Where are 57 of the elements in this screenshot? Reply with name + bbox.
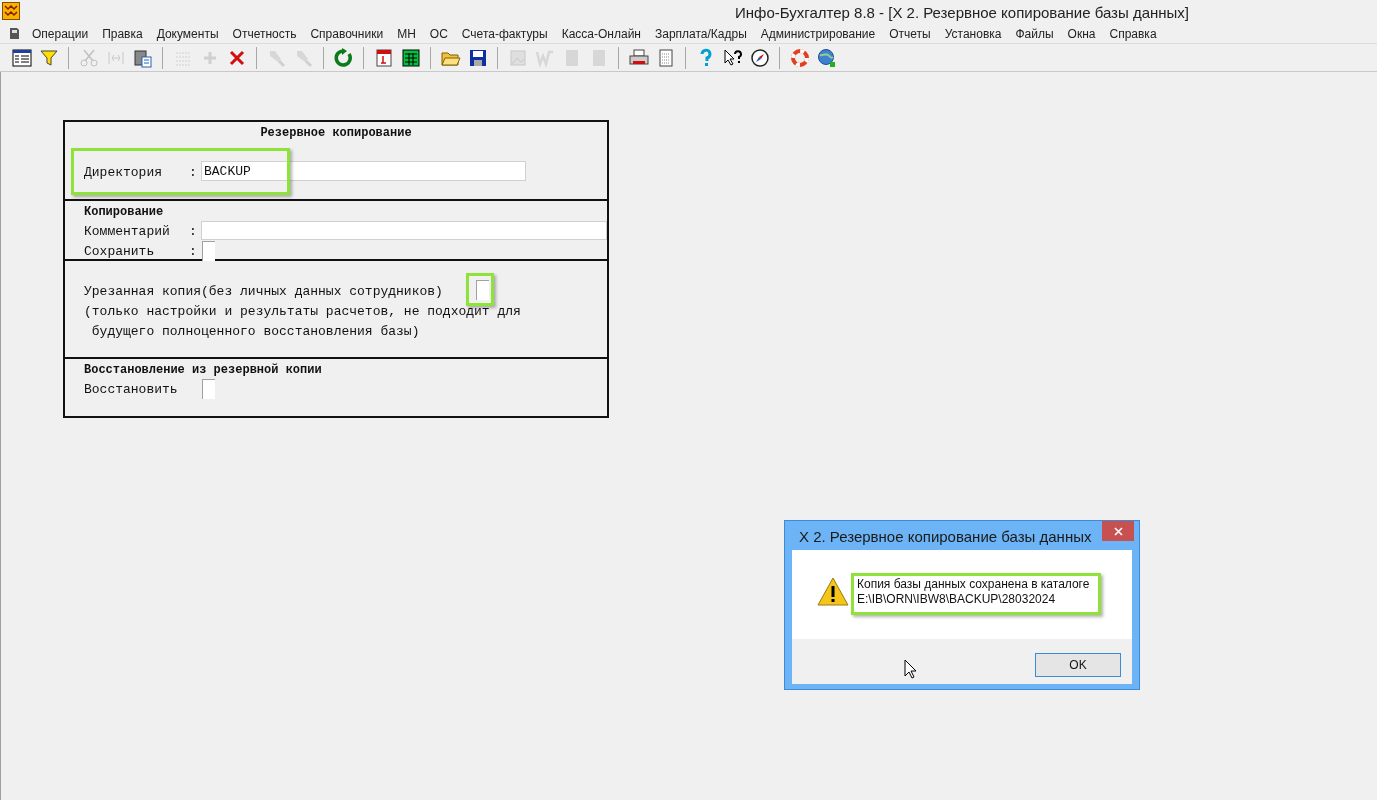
checkbox[interactable] xyxy=(202,241,215,261)
menu-item[interactable]: Файлы xyxy=(1008,24,1061,43)
mouse-pointer-icon xyxy=(904,659,917,679)
ok-button[interactable]: OK xyxy=(1035,653,1121,677)
menu-item[interactable]: Правка xyxy=(95,24,150,43)
note-text: будущего полноценного восстановления базы) xyxy=(90,323,420,341)
colon: : xyxy=(189,223,197,241)
menu-item[interactable]: Справочники xyxy=(303,24,391,43)
menu-item[interactable]: ОС xyxy=(422,24,455,43)
menu-item[interactable]: Документы xyxy=(149,24,226,43)
menu-item[interactable]: МН xyxy=(390,24,423,43)
colon: : xyxy=(189,243,197,261)
lifebuoy-icon[interactable] xyxy=(789,47,810,68)
refresh-icon[interactable] xyxy=(333,47,354,68)
field-label: Комментарий xyxy=(84,223,170,241)
warning-icon xyxy=(817,577,849,606)
menu-item[interactable]: Операции xyxy=(25,24,96,43)
message-text: E:\IB\ORN\IBW8\BACKUP\28032024 xyxy=(857,592,1057,607)
dialog-title: X 2. Резервное копирование базы данных xyxy=(799,527,1092,547)
printer-icon[interactable] xyxy=(628,47,649,68)
app-logo-icon xyxy=(2,2,20,20)
close-button[interactable] xyxy=(1102,521,1134,541)
menu-item[interactable]: Администрирование xyxy=(753,24,883,43)
filter-icon[interactable] xyxy=(38,47,59,68)
directory-field[interactable]: BACKUP xyxy=(201,161,526,181)
pointer-help-icon[interactable] xyxy=(722,47,743,68)
document-icon[interactable] xyxy=(8,27,20,40)
form-title: Резервное копирование xyxy=(259,125,413,142)
menu-item[interactable]: Окна xyxy=(1060,24,1103,43)
note-text: (только настройки и результаты расчетов, не подходит для xyxy=(84,303,521,321)
checkbox[interactable] xyxy=(476,280,489,300)
menu-item[interactable]: Отчетность xyxy=(225,24,304,43)
calculator-icon[interactable] xyxy=(400,47,421,68)
calendar-icon[interactable] xyxy=(373,47,394,68)
message-text: Копия базы данных сохранена в каталоге xyxy=(857,577,1090,592)
section-title: Восстановление из резервной копии xyxy=(84,362,322,379)
field-label: Восстановить xyxy=(84,381,178,399)
save-icon[interactable] xyxy=(467,47,488,68)
menu-item[interactable]: Справка xyxy=(1102,24,1164,43)
colon: : xyxy=(189,164,197,182)
comment-field[interactable] xyxy=(201,221,607,240)
menu-item[interactable]: Зарплата/Кадры xyxy=(647,24,754,43)
field-label: Директория xyxy=(84,164,162,182)
menu-item[interactable]: Касса-Онлайн xyxy=(554,24,648,43)
menu-item[interactable]: Установка xyxy=(937,24,1009,43)
grid-icon[interactable] xyxy=(11,47,32,68)
clipboard-icon[interactable] xyxy=(132,47,153,68)
compass-icon[interactable] xyxy=(749,47,770,68)
checkbox[interactable] xyxy=(202,379,215,399)
globe-icon[interactable] xyxy=(816,47,837,68)
menu-item[interactable]: Отчеты xyxy=(882,24,938,43)
section-title: Копирование xyxy=(84,204,164,221)
window-title: Инфо-Бухгалтер 8.8 - [X 2. Резервное копирование базы данных] xyxy=(735,3,1190,23)
close-icon xyxy=(1113,526,1123,536)
menu-item[interactable]: Счета-фактуры xyxy=(454,24,555,43)
field-label: Сохранить xyxy=(84,243,155,261)
option-label: Урезанная копия(без личных данных сотрудников) xyxy=(84,283,443,301)
